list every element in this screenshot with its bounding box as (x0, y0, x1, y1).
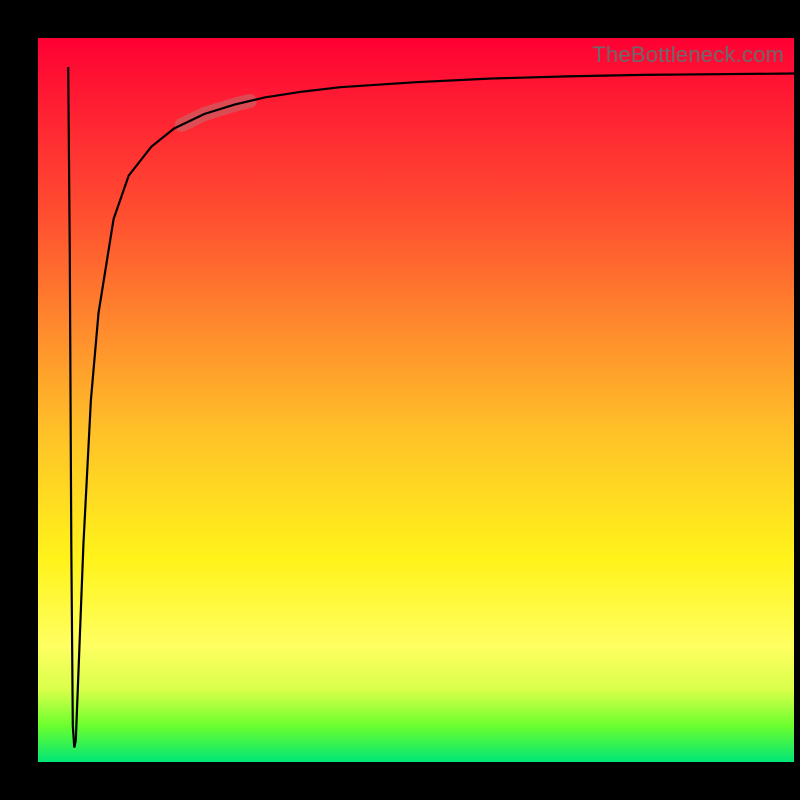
recovery-line (76, 74, 794, 741)
curve-svg (38, 38, 794, 762)
downstroke-line (68, 67, 76, 748)
chart-frame: TheBottleneck.com (0, 0, 800, 800)
highlight-band (182, 101, 250, 125)
plot-area: TheBottleneck.com (38, 38, 794, 762)
